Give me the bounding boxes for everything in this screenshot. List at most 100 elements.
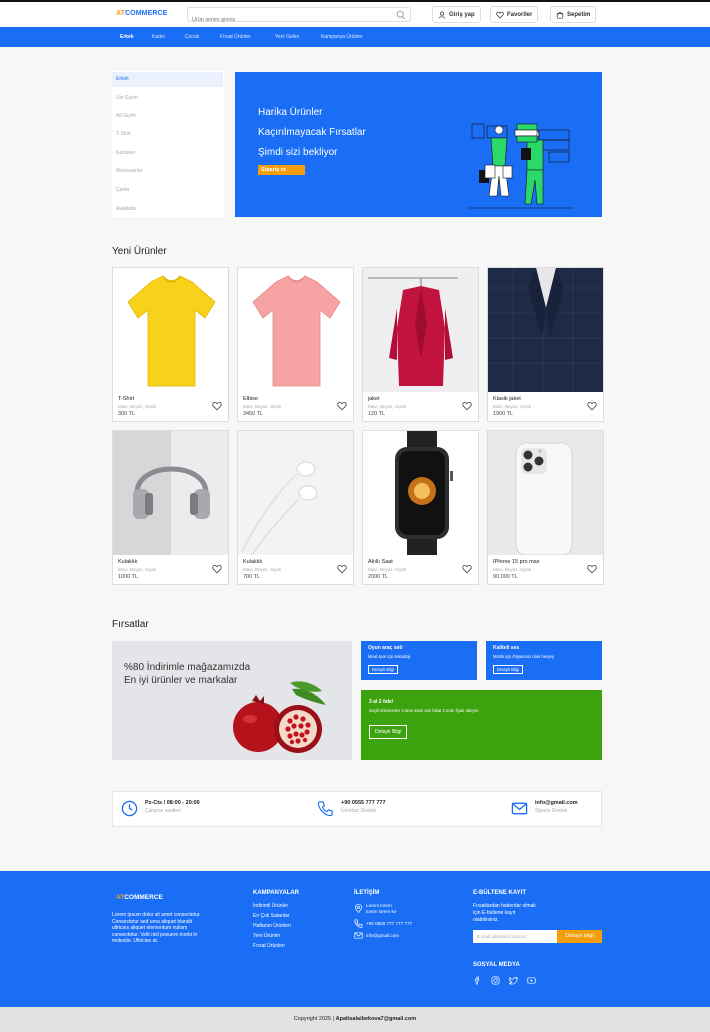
- header: ATCOMMERCE Giriş yap Favoriler Sepetim: [0, 2, 710, 27]
- product-name[interactable]: Akıllı Saat: [368, 559, 393, 565]
- nav-item-cocuk[interactable]: Çocuk: [185, 34, 199, 40]
- product-price: 1000 TL: [118, 574, 139, 580]
- info-bar: Pz-Cts / 08:00 - 20:00 Çalışma saatleri +…: [112, 791, 602, 827]
- footer-logo[interactable]: ATCOMMERCE: [116, 894, 163, 901]
- social-heading: SOSYAL MEDYA: [473, 962, 520, 968]
- sound-promo[interactable]: Kaliteli ses Müzik için ihtiyacınız olan…: [486, 641, 602, 680]
- product-name[interactable]: jaket: [368, 396, 380, 402]
- contact-address-2: lorem lorem ke: [366, 909, 397, 914]
- product-image[interactable]: [363, 268, 478, 392]
- heart-icon[interactable]: [337, 401, 347, 411]
- location-icon: [354, 904, 363, 913]
- heart-icon[interactable]: [212, 401, 222, 411]
- favorites-button[interactable]: Favoriler: [490, 6, 539, 23]
- heart-icon[interactable]: [587, 401, 597, 411]
- product-image[interactable]: [363, 431, 478, 555]
- logo[interactable]: ATCOMMERCE: [116, 10, 167, 17]
- user-icon: [438, 11, 446, 18]
- search-input[interactable]: [188, 13, 378, 27]
- footer-link-indirimli[interactable]: İndirimli Ürünler: [253, 903, 288, 909]
- product-colors: Mavi, Beyaz, Siyah: [493, 404, 532, 409]
- sidebar-item-erkek[interactable]: Erkek: [112, 72, 223, 87]
- login-button[interactable]: Giriş yap: [432, 6, 481, 23]
- nav-item-yeni[interactable]: Yeni Gelen: [275, 34, 299, 40]
- product-card[interactable]: T-Shirt Mavi, Beyaz, Siyah 300 TL: [112, 267, 229, 422]
- clock-icon: [121, 800, 138, 817]
- product-image[interactable]: [113, 431, 228, 555]
- footer-link-haftanin[interactable]: Haftanın Ürünleri: [253, 923, 291, 929]
- heart-icon[interactable]: [462, 401, 472, 411]
- buy3-detail-button[interactable]: Detaylı Bilgi: [369, 725, 408, 739]
- product-image[interactable]: [238, 431, 353, 555]
- sidebar-item-ayakkabi[interactable]: Ayakkabı: [112, 202, 223, 217]
- youtube-icon[interactable]: [527, 976, 536, 985]
- product-name[interactable]: IPhone 15 pro max: [493, 559, 539, 565]
- bag-icon: [556, 11, 564, 19]
- new-products-title: Yeni Ürünler: [112, 246, 167, 257]
- contact-email[interactable]: info@gmail.com: [366, 933, 399, 938]
- smart-watch-image: [363, 431, 478, 555]
- gaming-detail-button[interactable]: Detaylı Bilgi: [368, 665, 399, 674]
- sidebar-item-kazakler[interactable]: Kazakler: [112, 146, 223, 161]
- discount-line-1: %80 İndirimle mağazamızda: [124, 662, 251, 673]
- contact-phone[interactable]: +90 0555 777 777 777: [366, 921, 412, 926]
- product-name[interactable]: Kulaklık: [243, 559, 262, 565]
- heart-icon[interactable]: [587, 564, 597, 574]
- product-name[interactable]: Kulaklık: [118, 559, 137, 565]
- sidebar-item-ust-giyim[interactable]: Üst Giyim: [112, 91, 223, 106]
- discount-banner[interactable]: %80 İndirimle mağazamızda En iyi ürünler…: [112, 641, 352, 760]
- nav-item-erkek[interactable]: Erkek: [120, 34, 134, 40]
- sound-promo-title: Kaliteli ses: [493, 645, 520, 651]
- footer-link-cok-satanlar[interactable]: En Çok Satanlar: [253, 913, 289, 919]
- newsletter-email-input[interactable]: E-mail adresinizi yazınız: [473, 930, 557, 943]
- product-card[interactable]: Elbise Mavi, Beyaz, Siyah 3450 TL: [237, 267, 354, 422]
- product-image[interactable]: [488, 268, 603, 392]
- nav-item-firsat[interactable]: Fırsat Ürünler: [220, 34, 251, 40]
- product-card[interactable]: Akıllı Saat Mavi, Beyaz, Siyah 2000 TL: [362, 430, 479, 585]
- product-card[interactable]: jaket Mavi, Beyaz, Siyah 120 TL: [362, 267, 479, 422]
- campaigns-heading: KAMPANYALAR: [253, 890, 300, 896]
- product-price: 90.000 TL: [493, 574, 518, 580]
- product-name[interactable]: T-Shirt: [118, 396, 134, 402]
- nav-item-kampanya[interactable]: Kampanya Ürünler: [321, 34, 363, 40]
- order-button[interactable]: Sipariş et: [258, 165, 305, 175]
- footer-link-yeni[interactable]: Yeni Ürünler: [253, 933, 280, 939]
- red-blazer-image: [363, 268, 478, 392]
- product-name[interactable]: Klasik jaket: [493, 396, 521, 402]
- newsletter-text-2: için E-bültene kayıt: [473, 910, 516, 916]
- product-image[interactable]: [238, 268, 353, 392]
- product-image[interactable]: [113, 268, 228, 392]
- product-price: 300 TL: [118, 411, 136, 417]
- product-price: 2000 TL: [368, 574, 389, 580]
- gaming-promo-desc: İdeal spor için teknoloji: [368, 654, 411, 659]
- newsletter-submit-button[interactable]: Detaylı bilgi: [557, 930, 602, 943]
- sidebar-item-canta[interactable]: Çanta: [112, 183, 223, 198]
- sidebar-item-aksesuarlar[interactable]: Aksesuarlar: [112, 164, 223, 179]
- twitter-icon[interactable]: [509, 976, 518, 985]
- gaming-promo[interactable]: Oyun araç seti İdeal spor için teknoloji…: [361, 641, 477, 680]
- discount-line-2: En iyi ürünler ve markalar: [124, 675, 238, 686]
- product-card[interactable]: Klasik jaket Mavi, Beyaz, Siyah 1900 TL: [487, 267, 604, 422]
- heart-icon[interactable]: [337, 564, 347, 574]
- nav-item-kadin[interactable]: Kadın: [152, 34, 165, 40]
- product-card[interactable]: Kulaklık Mavi, Beyaz, Siyah 1000 TL: [112, 430, 229, 585]
- buy3-pay2-promo[interactable]: 3 al 2 öde! Seçili ürünlerden 3 tane sat…: [361, 690, 602, 760]
- heart-icon[interactable]: [212, 564, 222, 574]
- product-image[interactable]: [488, 431, 603, 555]
- search-box: [187, 7, 411, 27]
- sound-detail-button[interactable]: Detaylı Bilgi: [493, 665, 524, 674]
- product-price: 700 TL: [243, 574, 261, 580]
- instagram-icon[interactable]: [491, 976, 500, 985]
- product-name[interactable]: Elbise: [243, 396, 258, 402]
- iphone-image: [488, 431, 603, 555]
- sidebar-item-alt-giyim[interactable]: Alt Giyim: [112, 109, 223, 124]
- facebook-icon[interactable]: [473, 976, 482, 985]
- cart-button[interactable]: Sepetim: [550, 6, 597, 23]
- footer-link-firsat[interactable]: Fırsat Ürünleri: [253, 943, 285, 949]
- search-icon[interactable]: [396, 10, 406, 20]
- product-card[interactable]: Kulaklık Mavi, Beyaz, Siyah 700 TL: [237, 430, 354, 585]
- heart-icon[interactable]: [462, 564, 472, 574]
- sidebar-item-tshirt[interactable]: T-Shirt: [112, 127, 223, 142]
- copyright-email[interactable]: Apaltsalaibekova7@gmail.com: [336, 1016, 417, 1022]
- product-card[interactable]: IPhone 15 pro max Mavi, Beyaz, Siyah 90.00…: [487, 430, 604, 585]
